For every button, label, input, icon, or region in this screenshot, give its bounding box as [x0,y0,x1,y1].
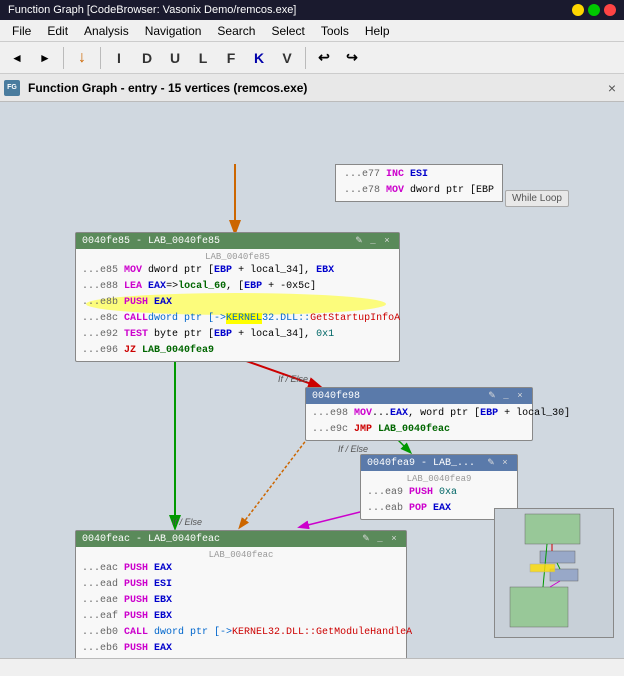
tab-bar: FG Function Graph - entry - 15 vertices … [0,74,624,102]
menu-select[interactable]: Select [263,20,312,42]
node-body-2: ...e98 MOV...EAX, word ptr [EBP + local_… [306,404,532,440]
menu-edit[interactable]: Edit [39,20,76,42]
node-min-icon-2[interactable]: _ [500,390,512,402]
node-0040fe98[interactable]: 0040fe98 ✎ _ × ...e98 MOV...EAX, word pt… [305,387,533,441]
node-row-1-1: ...e85 MOV dword ptr [EBP + local_34], E… [80,263,395,279]
toolbar-f[interactable]: F [218,45,244,71]
toolbar-separator-2 [100,47,101,69]
menu-analysis[interactable]: Analysis [76,20,137,42]
node-row-1-6: ...e96 JZ LAB_0040fea9 [80,343,395,359]
menu-navigation[interactable]: Navigation [137,20,210,42]
maximize-button[interactable] [588,4,600,16]
node-close-icon-4[interactable]: × [388,533,400,545]
tab-icon: FG [4,80,20,96]
tab-title: Function Graph - entry - 15 vertices (re… [28,81,307,95]
toolbar-d[interactable]: D [134,45,160,71]
toolbar-separator-1 [63,47,64,69]
undo-button[interactable]: ↩ [311,45,337,71]
node-row-4-4: ...eaf PUSH EBX [80,609,402,625]
node-edit-icon-2[interactable]: ✎ [486,390,498,402]
node-edit-icon-3[interactable]: ✎ [485,457,497,469]
node-edit-icon-4[interactable]: ✎ [360,533,372,545]
tab-close-button[interactable]: × [604,80,620,96]
toolbar: ◄ ► ↓ I D U L F K V ↩ ↪ [0,42,624,74]
node-header-controls-2: ✎ _ × [486,390,526,402]
top-snippet: ...e77 INC ESI ...e78 MOV dword ptr [EBP [335,164,503,202]
node-header-controls-1: ✎ _ × [353,235,393,247]
down-arrow-button[interactable]: ↓ [69,45,95,71]
forward-button[interactable]: ► [32,45,58,71]
node-header-1: 0040fe85 - LAB_0040fe85 ✎ _ × [76,233,399,249]
window-title: Function Graph [CodeBrowser: Vasonix Dem… [8,4,296,16]
node-edit-icon-1[interactable]: ✎ [353,235,365,247]
if-else-label-1: If / Else [278,374,308,384]
graph-area[interactable]: While Loop ...e77 INC ESI ...e78 MOV dwo… [0,102,624,658]
if-else-label-3: If / Else [172,517,202,527]
node-row-1-5: ...e92 TEST byte ptr [EBP + local_34], 0… [80,327,395,343]
window-controls [572,4,616,16]
toolbar-l[interactable]: L [190,45,216,71]
toolbar-separator-3 [305,47,306,69]
menu-help[interactable]: Help [357,20,398,42]
toolbar-u[interactable]: U [162,45,188,71]
node-body-4: LAB_0040feac ...eac PUSH EAX ...ead PUSH… [76,547,406,658]
node-row-4-5: ...eb0 CALL dword ptr [->KERNEL32.DLL::G… [80,625,402,641]
node-header-3: 0040fea9 - LAB_... ✎ × [361,455,517,471]
node-close-icon-2[interactable]: × [514,390,526,402]
node-header-4: 0040feac - LAB_0040feac ✎ _ × [76,531,406,547]
node-header-controls-4: ✎ _ × [360,533,400,545]
node-row-2-2: ...e9c JMP LAB_0040feac [310,422,528,438]
close-button[interactable] [604,4,616,16]
minimize-button[interactable] [572,4,584,16]
node-header-controls-3: ✎ × [485,457,511,469]
node-header-2: 0040fe98 ✎ _ × [306,388,532,404]
node-row-4-6: ...eb6 PUSH EAX [80,641,402,657]
node-row-4-3: ...eae PUSH EBX [80,593,402,609]
menu-bar: File Edit Analysis Navigation Search Sel… [0,20,624,42]
mini-map-svg [495,509,615,639]
node-row-2-1: ...e98 MOV...EAX, word ptr [EBP + local_… [310,406,528,422]
node-label-center-3: LAB_0040fea9 [365,473,513,485]
node-row-3-2: ...eab POP EAX [365,501,513,517]
top-snippet-row1: ...e77 INC ESI [342,167,496,183]
node-row-4-7: ...eb7 CALL FUN_00407452 [80,657,402,658]
status-bar [0,658,624,676]
if-else-label-2: If / Else [338,444,368,454]
node-0040fe85[interactable]: 0040fe85 - LAB_0040fe85 ✎ _ × LAB_0040fe… [75,232,400,362]
redo-button[interactable]: ↪ [339,45,365,71]
node-min-icon-4[interactable]: _ [374,533,386,545]
menu-tools[interactable]: Tools [313,20,357,42]
node-row-1-2: ...e88 LEA EAX=>local_60, [EBP + -0x5c] [80,279,395,295]
node-close-icon-1[interactable]: × [381,235,393,247]
menu-file[interactable]: File [4,20,39,42]
toolbar-i[interactable]: I [106,45,132,71]
node-row-4-2: ...ead PUSH ESI [80,577,402,593]
node-title-4: 0040feac - LAB_0040feac [82,534,220,545]
node-body-1: LAB_0040fe85 ...e85 MOV dword ptr [EBP +… [76,249,399,361]
title-bar: Function Graph [CodeBrowser: Vasonix Dem… [0,0,624,20]
node-row-4-1: ...eac PUSH EAX [80,561,402,577]
mini-map[interactable] [494,508,614,638]
node-title-3: 0040fea9 - LAB_... [367,458,475,469]
node-label-center-4: LAB_0040feac [80,549,402,561]
node-0040feac[interactable]: 0040feac - LAB_0040feac ✎ _ × LAB_0040fe… [75,530,407,658]
toolbar-k[interactable]: K [246,45,272,71]
menu-search[interactable]: Search [209,20,263,42]
node-title-2: 0040fe98 [312,391,360,402]
node-label-center-1: LAB_0040fe85 [80,251,395,263]
node-row-3-1: ...ea9 PUSH 0xa [365,485,513,501]
node-row-1-4: ...e8c CALLdword ptr [->KERNEL32.DLL::Ge… [80,311,395,327]
toolbar-v[interactable]: V [274,45,300,71]
top-snippet-row2: ...e78 MOV dword ptr [EBP [342,183,496,199]
back-button[interactable]: ◄ [4,45,30,71]
node-row-1-3: ...e8b PUSH EAX [80,295,395,311]
node-min-icon-1[interactable]: _ [367,235,379,247]
while-loop-label: While Loop [505,190,569,207]
node-title-1: 0040fe85 - LAB_0040fe85 [82,236,220,247]
node-close-icon-3[interactable]: × [499,457,511,469]
